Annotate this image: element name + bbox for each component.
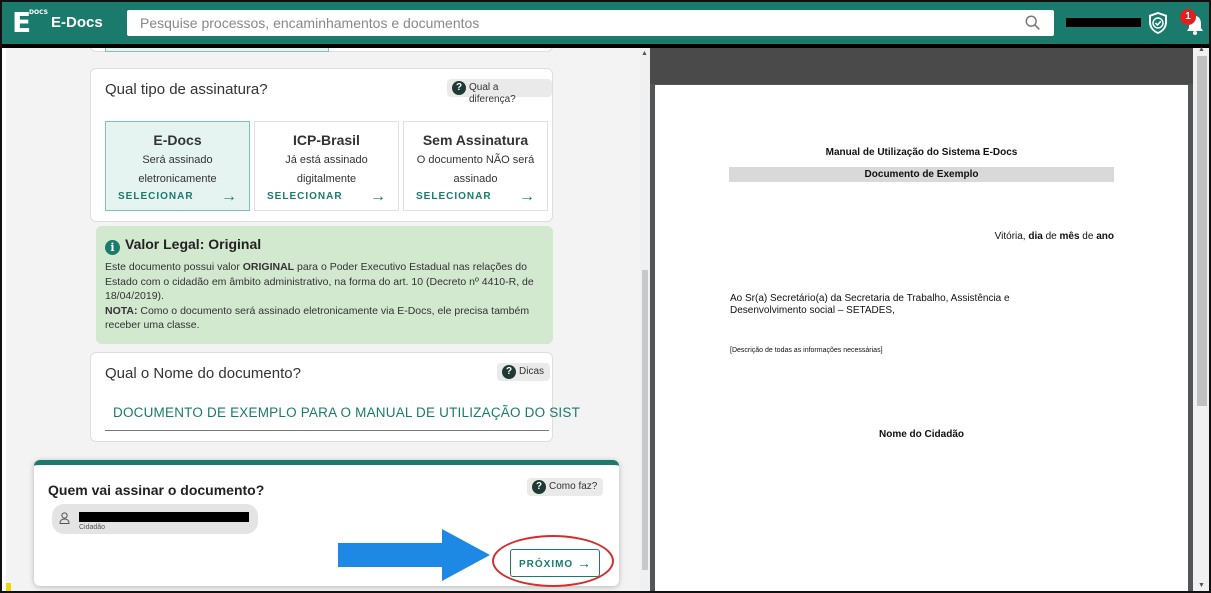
preview-toolbar	[650, 48, 1193, 84]
option-description: O documento NÃO será assinado	[404, 151, 547, 189]
option-title: Sem Assinatura	[422, 132, 529, 148]
note-label: NOTA:	[105, 304, 138, 317]
shield-check-icon[interactable]	[1148, 11, 1168, 35]
person-icon	[59, 512, 70, 524]
note-text: Como o documento será assinado eletronic…	[105, 304, 530, 332]
doc-subtitle: Documento de Exemplo	[729, 167, 1114, 182]
search-icon[interactable]	[1024, 14, 1042, 32]
top-bar: E DOCS E-Docs Pesquise processos, encami…	[0, 0, 1211, 48]
scroll-up-icon[interactable]: ▲	[641, 50, 648, 57]
doc-addressee: Ao Sr(a) Secretário(a) da Secretaria de …	[730, 293, 1010, 316]
option-desc-line2: assinado	[453, 173, 498, 185]
logo-small-text: DOCS	[29, 9, 48, 16]
document-name-tips-button[interactable]: ? Dicas	[497, 363, 551, 381]
question-icon: ?	[502, 365, 516, 379]
legal-text-a: Este documento possui valor	[105, 261, 243, 273]
cursor-marker	[6, 583, 11, 591]
signer-help-button[interactable]: ? Como faz?	[527, 478, 604, 496]
option-title: ICP-Brasil	[293, 132, 360, 148]
document-name-card: Qual o Nome do documento? ? Dicas DOCUME…	[90, 352, 580, 442]
signer-chip[interactable]: Cidadão	[52, 504, 258, 534]
edocs-logo[interactable]: E DOCS	[12, 8, 48, 38]
signature-help-button[interactable]: ? Qual a diferença?	[447, 79, 552, 105]
option-desc-line1: Será assinado	[142, 154, 213, 166]
option-title: E-Docs	[153, 132, 202, 148]
scroll-up-icon[interactable]: ▲	[1198, 46, 1205, 53]
option-description: Já está assinado digitalmente	[255, 151, 398, 189]
arrow-right-icon[interactable]: →	[221, 188, 237, 206]
doc-description: [Descrição de todas as informações neces…	[730, 347, 883, 354]
date-de-2: de	[1079, 231, 1097, 242]
doc-date: Vitória, dia de mês de ano	[995, 231, 1114, 242]
legal-text-strong: ORIGINAL	[242, 261, 295, 273]
search-placeholder: Pesquise processos, encaminhamentos e do…	[140, 15, 480, 31]
previous-card	[90, 48, 553, 52]
question-icon: ?	[452, 81, 466, 95]
option-edocs[interactable]: E-Docs Será assinado eletronicamente SEL…	[105, 121, 250, 211]
signer-card: Quem vai assinar o documento? ? Como faz…	[34, 460, 619, 587]
form-panel-scrollbar[interactable]: ▲	[640, 48, 650, 593]
scrollbar-thumb[interactable]	[1197, 56, 1207, 406]
preview-scrollbar[interactable]: ▲ ▼	[1193, 46, 1211, 593]
option-desc-line1: Já está assinado	[285, 154, 368, 166]
question-icon: ?	[532, 480, 546, 494]
user-name-redacted[interactable]	[1066, 18, 1141, 27]
arrow-right-icon[interactable]: →	[519, 188, 535, 206]
signer-role: Cidadão	[79, 524, 106, 531]
document-name-question: Qual o Nome do documento?	[105, 365, 301, 382]
search-input[interactable]: Pesquise processos, encaminhamentos e do…	[127, 10, 1054, 36]
signature-type-question: Qual tipo de assinatura?	[105, 81, 268, 98]
pointer-arrow	[338, 529, 490, 581]
legal-title-text: Valor Legal: Original	[125, 236, 262, 252]
option-desc-line1: O documento NÃO será	[416, 154, 535, 166]
option-sem-assinatura[interactable]: Sem Assinatura O documento NÃO será assi…	[403, 121, 548, 211]
field-underline	[105, 430, 549, 431]
tips-label: Dicas	[519, 366, 545, 377]
signer-question: Quem vai assinar o documento?	[48, 482, 265, 498]
info-icon: i	[105, 240, 120, 255]
signer-name-redacted	[79, 512, 249, 522]
legal-value-notice: i Valor Legal: Original Este documento po…	[96, 226, 553, 344]
doc-signature-name: Nome do Cidadão	[878, 429, 964, 440]
legal-title: i Valor Legal: Original	[105, 236, 261, 255]
date-city: Vitória,	[994, 231, 1029, 242]
date-mes: mês	[1059, 231, 1080, 242]
app-title[interactable]: E-Docs	[51, 14, 103, 31]
arrow-right-icon[interactable]: →	[370, 188, 386, 206]
option-desc-line2: eletronicamente	[138, 173, 217, 185]
date-de-1: de	[1042, 231, 1060, 242]
preview-page: Manual de Utilização do Sistema E-Docs D…	[655, 85, 1188, 593]
scrollbar-thumb[interactable]	[642, 270, 648, 570]
option-description: Será assinado eletronicamente	[106, 151, 249, 189]
date-dia: dia	[1028, 231, 1043, 242]
document-preview: Manual de Utilização do Sistema E-Docs D…	[650, 48, 1193, 593]
select-label[interactable]: SELECIONAR	[118, 191, 194, 202]
signature-type-card: Qual tipo de assinatura? ? Qual a difere…	[90, 68, 553, 222]
select-label[interactable]: SELECIONAR	[267, 191, 343, 202]
date-ano: ano	[1096, 231, 1114, 242]
scroll-down-icon[interactable]: ▼	[1198, 582, 1205, 589]
doc-title: Manual de Utilização do Sistema E-Docs	[825, 147, 1018, 158]
legal-text: Este documento possui valor ORIGINAL par…	[105, 260, 545, 333]
document-name-field[interactable]: DOCUMENTO DE EXEMPLO PARA O MANUAL DE UT…	[113, 405, 580, 420]
highlight-ellipse	[492, 535, 614, 587]
signature-help-label: Qual a diferença?	[469, 82, 516, 105]
option-icp-brasil[interactable]: ICP-Brasil Já está assinado digitalmente…	[254, 121, 399, 211]
notification-badge: 1	[1180, 9, 1196, 25]
previous-selected-option[interactable]	[105, 48, 329, 52]
option-desc-line2: digitalmente	[296, 173, 357, 185]
signer-help-label: Como faz?	[549, 481, 598, 492]
select-label[interactable]: SELECIONAR	[416, 191, 492, 202]
